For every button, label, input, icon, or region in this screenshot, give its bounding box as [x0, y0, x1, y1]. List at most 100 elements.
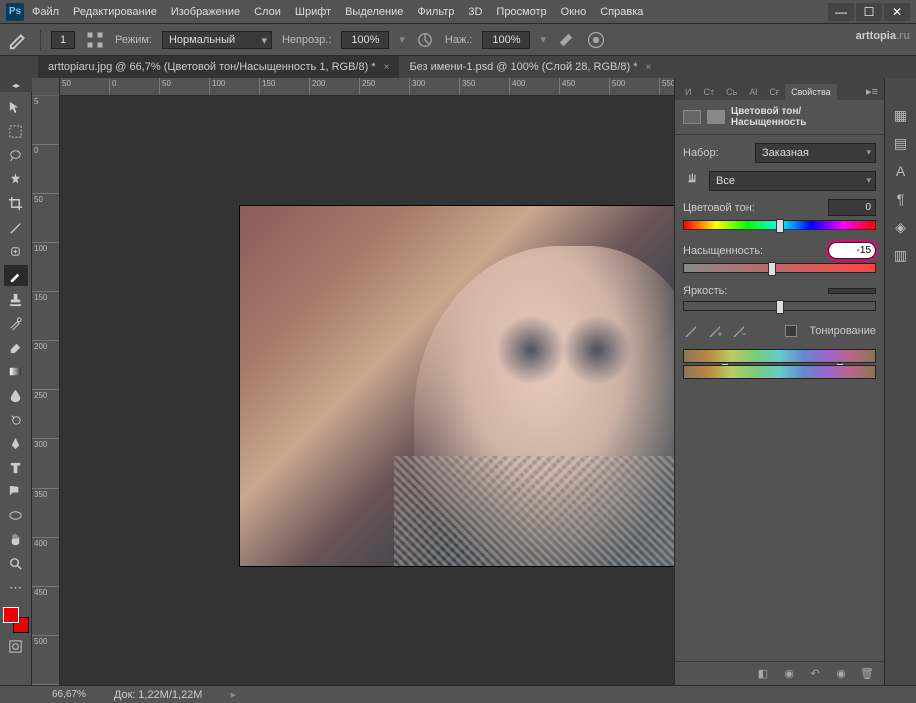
colorize-label: Тонирование: [809, 325, 876, 337]
swatches-panel-icon[interactable]: ▤: [892, 134, 910, 152]
hue-slider[interactable]: [683, 220, 876, 230]
trash-icon[interactable]: 🗑: [860, 667, 874, 681]
prev-state-icon[interactable]: ◉: [782, 667, 796, 681]
eraser-tool[interactable]: [4, 337, 28, 358]
eyedropper-plus-icon[interactable]: [707, 323, 723, 339]
menu-help[interactable]: Справка: [600, 6, 643, 18]
blur-tool[interactable]: [4, 385, 28, 406]
hand-icon[interactable]: [683, 173, 703, 189]
adjustments-panel-icon[interactable]: A: [892, 162, 910, 180]
saturation-value[interactable]: -15: [828, 242, 876, 259]
ruler-tick: 300: [410, 78, 460, 95]
lightness-value[interactable]: [828, 288, 876, 294]
panel-tab[interactable]: Сғ: [763, 84, 785, 100]
colorize-checkbox[interactable]: [785, 325, 797, 337]
eyedropper-minus-icon[interactable]: [731, 323, 747, 339]
lasso-tool[interactable]: [4, 145, 28, 166]
airbrush-icon[interactable]: [556, 30, 576, 50]
saturation-slider[interactable]: [683, 263, 876, 273]
menu-edit[interactable]: Редактирование: [73, 6, 157, 18]
brush-tool[interactable]: [4, 265, 28, 286]
tab-close-icon[interactable]: ×: [384, 62, 390, 73]
menu-3d[interactable]: 3D: [468, 6, 482, 18]
dodge-tool[interactable]: [4, 409, 28, 430]
minimize-button[interactable]: —: [828, 3, 854, 21]
tab-close-icon[interactable]: ×: [646, 62, 652, 73]
menu-file[interactable]: Файл: [32, 6, 59, 18]
app-logo: Ps: [6, 3, 24, 21]
tools-panel: ◂▸ ⋯: [0, 78, 32, 685]
ruler-tick: 300: [32, 439, 59, 488]
channels-panel-icon[interactable]: ▥: [892, 246, 910, 264]
gradient-tool[interactable]: [4, 361, 28, 382]
clip-icon[interactable]: ◧: [756, 667, 770, 681]
panel-tab[interactable]: Сь: [720, 84, 743, 100]
brush-size-input[interactable]: 1: [51, 31, 75, 49]
paragraph-panel-icon[interactable]: ¶: [892, 190, 910, 208]
preset-select[interactable]: Заказная: [755, 143, 876, 163]
ruler-tick: 350: [32, 489, 59, 538]
pen-tool[interactable]: [4, 433, 28, 454]
menu-view[interactable]: Просмотр: [496, 6, 546, 18]
hue-range-bar-2[interactable]: [683, 365, 876, 379]
doc-size[interactable]: Док: 1,22M/1,22M: [114, 689, 203, 701]
pressure-opacity-icon[interactable]: [415, 30, 435, 50]
ruler-tick: 50: [160, 78, 210, 95]
zoom-tool[interactable]: [4, 553, 28, 574]
ruler-tick: 100: [210, 78, 260, 95]
color-swatches[interactable]: [3, 607, 29, 633]
shape-tool[interactable]: [4, 505, 28, 526]
opacity-input[interactable]: 100%: [341, 31, 389, 49]
document-tab-2[interactable]: Без имени-1.psd @ 100% (Слой 28, RGB/8) …: [399, 56, 661, 78]
tools-collapse-handle[interactable]: ◂▸: [0, 78, 32, 92]
brush-tool-preset-icon[interactable]: [8, 29, 30, 51]
maximize-button[interactable]: ☐: [856, 3, 882, 21]
flow-input[interactable]: 100%: [482, 31, 530, 49]
hue-range-bar[interactable]: [683, 349, 876, 363]
ruler-tick: 50: [32, 194, 59, 243]
ruler-tick: 450: [560, 78, 610, 95]
wand-tool[interactable]: [4, 169, 28, 190]
layers-panel-icon[interactable]: ◈: [892, 218, 910, 236]
ruler-vertical: 5 0 50 100 150 200 250 300 350 400 450 5…: [32, 78, 60, 685]
panel-tab-properties[interactable]: Свойства: [785, 84, 837, 100]
hue-value[interactable]: 0: [828, 199, 876, 216]
menu-window[interactable]: Окно: [561, 6, 587, 18]
history-brush-tool[interactable]: [4, 313, 28, 334]
marquee-tool[interactable]: [4, 121, 28, 142]
path-tool[interactable]: [4, 481, 28, 502]
pressure-size-icon[interactable]: [586, 30, 606, 50]
visibility-icon[interactable]: ◉: [834, 667, 848, 681]
ruler-tick: 0: [32, 145, 59, 194]
menu-select[interactable]: Выделение: [345, 6, 403, 18]
zoom-level[interactable]: 66,67%: [52, 689, 86, 700]
panel-tab[interactable]: Ст: [697, 84, 720, 100]
more-tools[interactable]: ⋯: [4, 577, 28, 598]
type-tool[interactable]: [4, 457, 28, 478]
channel-select[interactable]: Все: [709, 171, 876, 191]
menu-filter[interactable]: Фильтр: [417, 6, 454, 18]
stamp-tool[interactable]: [4, 289, 28, 310]
brush-panel-icon[interactable]: [85, 30, 105, 50]
panel-tab[interactable]: И: [679, 84, 697, 100]
eyedropper-tool[interactable]: [4, 217, 28, 238]
color-panel-icon[interactable]: ▦: [892, 106, 910, 124]
status-menu-arrow[interactable]: ▸: [230, 688, 236, 701]
eyedropper-icon[interactable]: [683, 323, 699, 339]
document-tab-1[interactable]: arttopiaru.jpg @ 66,7% (Цветовой тон/Нас…: [38, 56, 399, 78]
reset-icon[interactable]: ↶: [808, 667, 822, 681]
foreground-color[interactable]: [3, 607, 19, 623]
close-button[interactable]: ✕: [884, 3, 910, 21]
hand-tool[interactable]: [4, 529, 28, 550]
blend-mode-select[interactable]: Нормальный: [162, 31, 272, 49]
lightness-slider[interactable]: [683, 301, 876, 311]
move-tool[interactable]: [4, 97, 28, 118]
panel-menu-icon[interactable]: ▸≡: [860, 83, 884, 100]
menu-type[interactable]: Шрифт: [295, 6, 331, 18]
healing-tool[interactable]: [4, 241, 28, 262]
crop-tool[interactable]: [4, 193, 28, 214]
menu-image[interactable]: Изображение: [171, 6, 240, 18]
panel-tab[interactable]: Аł: [743, 84, 763, 100]
quick-mask-tool[interactable]: [4, 636, 28, 657]
menu-layers[interactable]: Слои: [254, 6, 281, 18]
